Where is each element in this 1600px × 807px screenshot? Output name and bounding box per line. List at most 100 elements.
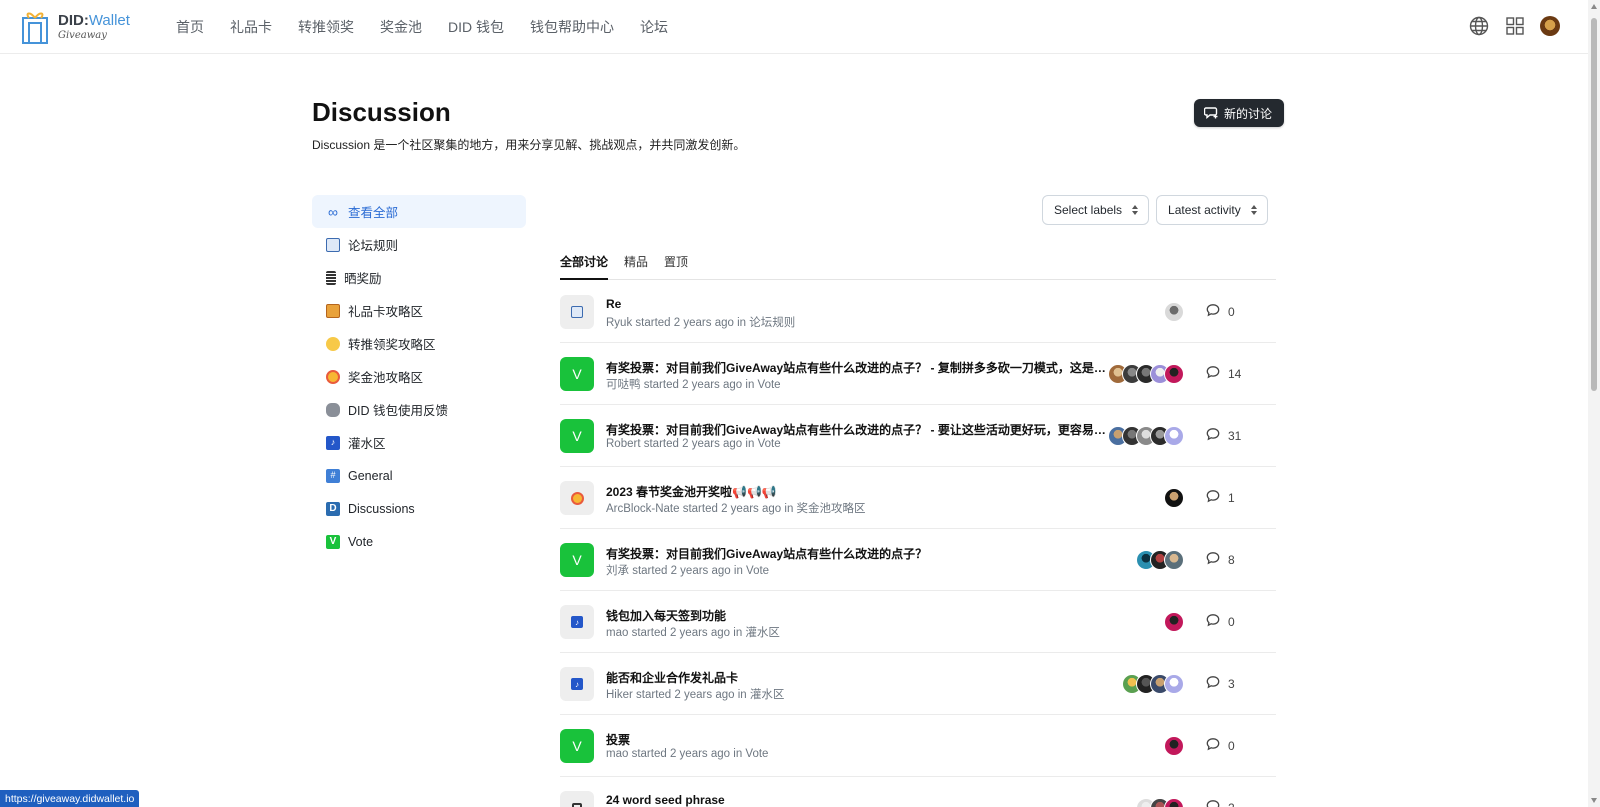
vote-letter: V: [572, 428, 582, 444]
thread-category[interactable]: Vote: [758, 379, 781, 391]
top-header: DID:Wallet Giveaway 首页 礼品卡 转推领奖 奖金池 DID …: [0, 0, 1600, 54]
sidebar-item-general[interactable]: # General: [312, 459, 526, 492]
thread-row[interactable]: V 有奖投票：对目前我们GiveAway站点有些什么改进的点子？ 刘承 star…: [560, 529, 1276, 591]
thread-row[interactable]: V 有奖投票：对目前我们GiveAway站点有些什么改进的点子？ - 复制拼多多…: [560, 343, 1276, 405]
thread-title[interactable]: 24 word seed phrase: [606, 793, 725, 807]
reply-count-value: 0: [1228, 738, 1235, 753]
sidebar-item-prize-pool-guide[interactable]: 奖金池攻略区: [312, 360, 526, 393]
participant-avatar[interactable]: [1164, 674, 1184, 694]
thread-title[interactable]: 2023 春节奖金池开奖啦📢📢📢: [606, 483, 777, 500]
thread-row[interactable]: Re Ryuk started 2 years ago in 论坛规则 0: [560, 281, 1276, 343]
thread-author[interactable]: 刘承: [606, 565, 629, 577]
music-icon: ♪: [326, 435, 340, 450]
thread-row[interactable]: 2023 春节奖金池开奖啦📢📢📢 ArcBlock-Nate started 2…: [560, 467, 1276, 529]
participant-avatar[interactable]: [1164, 426, 1184, 446]
reply-count-value: 31: [1228, 428, 1242, 443]
thread-category[interactable]: 论坛规则: [749, 317, 795, 329]
bear-icon: [326, 402, 340, 417]
thread-meta: ArcBlock-Nate started 2 years ago in 奖金池…: [606, 500, 866, 516]
tab-pinned[interactable]: 置顶: [664, 247, 688, 280]
participants: [1136, 550, 1184, 570]
thread-title[interactable]: 有奖投票：对目前我们GiveAway站点有些什么改进的点子？ - 复制拼多多砍一…: [606, 359, 1108, 376]
thread-category[interactable]: Vote: [745, 748, 768, 760]
site-logo[interactable]: DID:Wallet Giveaway: [20, 8, 130, 46]
thread-author[interactable]: mao: [606, 627, 628, 639]
thread-row[interactable]: V 投票 mao started 2 years ago in Vote 0: [560, 715, 1276, 777]
reply-count-value: 0: [1228, 614, 1235, 629]
status-bar-url: https://giveaway.didwallet.io: [0, 790, 140, 807]
new-discussion-button[interactable]: 新的讨论: [1194, 99, 1285, 127]
participants: [1108, 426, 1184, 446]
participant-avatar[interactable]: [1164, 798, 1184, 807]
thread-in-word: in: [733, 627, 743, 639]
thread-in-word: in: [737, 317, 747, 329]
thread-title[interactable]: 钱包加入每天签到功能: [606, 607, 726, 624]
thread-title[interactable]: 能否和企业合作发礼品卡: [606, 669, 738, 686]
page-scrollbar[interactable]: [1588, 0, 1600, 807]
thread-category[interactable]: 奖金池攻略区: [797, 503, 866, 515]
thread-title[interactable]: Re: [606, 297, 621, 311]
thread-meta: 可哒鸭 started 2 years ago in Vote: [606, 376, 781, 392]
category-sidebar: ∞ 查看全部 论坛规则 晒奖励 礼品卡攻略区 转推领奖攻略区 奖金池攻略区 DI…: [312, 195, 526, 558]
participant-avatar[interactable]: [1164, 736, 1184, 756]
thread-author[interactable]: Robert: [606, 438, 641, 450]
apps-grid-icon[interactable]: [1504, 15, 1526, 37]
user-avatar[interactable]: [1540, 16, 1560, 36]
reply-count: 0: [1206, 737, 1242, 754]
thread-row[interactable]: 24 word seed phrase 2: [560, 777, 1276, 807]
chat-plus-icon: [1203, 105, 1218, 122]
nav-did-wallet[interactable]: DID 钱包: [448, 17, 504, 37]
thread-title[interactable]: 有奖投票：对目前我们GiveAway站点有些什么改进的点子？: [606, 545, 927, 562]
nav-home[interactable]: 首页: [176, 17, 204, 37]
sidebar-item-water-zone[interactable]: ♪ 灌水区: [312, 426, 526, 459]
sidebar-item-gift-card-guide[interactable]: 礼品卡攻略区: [312, 294, 526, 327]
thread-row[interactable]: V 有奖投票：对目前我们GiveAway站点有些什么改进的点子？ - 要让这些活…: [560, 405, 1276, 467]
sidebar-item-show-rewards[interactable]: 晒奖励: [312, 261, 526, 294]
sidebar-item-retweet-guide[interactable]: 转推领奖攻略区: [312, 327, 526, 360]
sidebar-item-wallet-feedback[interactable]: DID 钱包使用反馈: [312, 393, 526, 426]
thread-author[interactable]: Ryuk: [606, 317, 632, 329]
thread-author[interactable]: 可哒鸭: [606, 379, 641, 391]
participant-avatar[interactable]: [1164, 488, 1184, 508]
nav-prize-pool[interactable]: 奖金池: [380, 17, 422, 37]
nav-gift-card[interactable]: 礼品卡: [230, 17, 272, 37]
scroll-thumb[interactable]: [1591, 18, 1597, 391]
sidebar-item-label: 奖金池攻略区: [348, 371, 424, 385]
sidebar-item-label: 礼品卡攻略区: [348, 305, 424, 319]
nav-retweet-reward[interactable]: 转推领奖: [298, 17, 354, 37]
discussion-tabs: 全部讨论 精品 置顶: [560, 247, 1276, 280]
labels-select[interactable]: Select labels: [1042, 195, 1150, 225]
participant-avatar[interactable]: [1164, 364, 1184, 384]
sidebar-item-all[interactable]: ∞ 查看全部: [312, 195, 526, 228]
thread-author[interactable]: mao: [606, 748, 628, 760]
nav-help-center[interactable]: 钱包帮助中心: [530, 17, 614, 37]
participant-avatar[interactable]: [1164, 302, 1184, 322]
thread-row[interactable]: ♪ 能否和企业合作发礼品卡 Hiker started 2 years ago …: [560, 653, 1276, 715]
scroll-up-arrow-icon[interactable]: [1591, 4, 1597, 9]
globe-icon[interactable]: [1468, 15, 1490, 37]
sort-select-value: Latest activity: [1168, 203, 1241, 217]
nav-forum[interactable]: 论坛: [640, 17, 668, 37]
participant-avatar[interactable]: [1164, 550, 1184, 570]
thread-time: 2 years ago: [721, 503, 782, 515]
sidebar-item-label: Vote: [348, 534, 374, 549]
thread-row[interactable]: ♪ 钱包加入每天签到功能 mao started 2 years ago in …: [560, 591, 1276, 653]
thread-category[interactable]: Vote: [758, 438, 781, 450]
participant-avatar[interactable]: [1164, 612, 1184, 632]
sort-select[interactable]: Latest activity: [1156, 195, 1268, 225]
thread-title[interactable]: 有奖投票：对目前我们GiveAway站点有些什么改进的点子？ - 要让这些活动更…: [606, 421, 1108, 438]
vote-letter: V: [572, 366, 582, 382]
page-description: Discussion 是一个社区聚集的地方，用来分享见解、挑战观点，并共同激发创…: [312, 138, 746, 152]
thread-author[interactable]: ArcBlock-Nate: [606, 503, 680, 515]
thread-category[interactable]: 灌水区: [745, 627, 780, 639]
sidebar-item-discussions[interactable]: D Discussions: [312, 492, 526, 525]
tab-featured[interactable]: 精品: [624, 247, 648, 280]
sidebar-item-vote[interactable]: V Vote: [312, 525, 526, 558]
thread-title[interactable]: 投票: [606, 731, 630, 748]
thread-author[interactable]: Hiker: [606, 689, 633, 701]
scroll-down-arrow-icon[interactable]: [1591, 798, 1597, 803]
sidebar-item-forum-rules[interactable]: 论坛规则: [312, 228, 526, 261]
thread-category[interactable]: 灌水区: [750, 689, 785, 701]
thread-category[interactable]: Vote: [746, 565, 769, 577]
tab-all[interactable]: 全部讨论: [560, 247, 609, 280]
